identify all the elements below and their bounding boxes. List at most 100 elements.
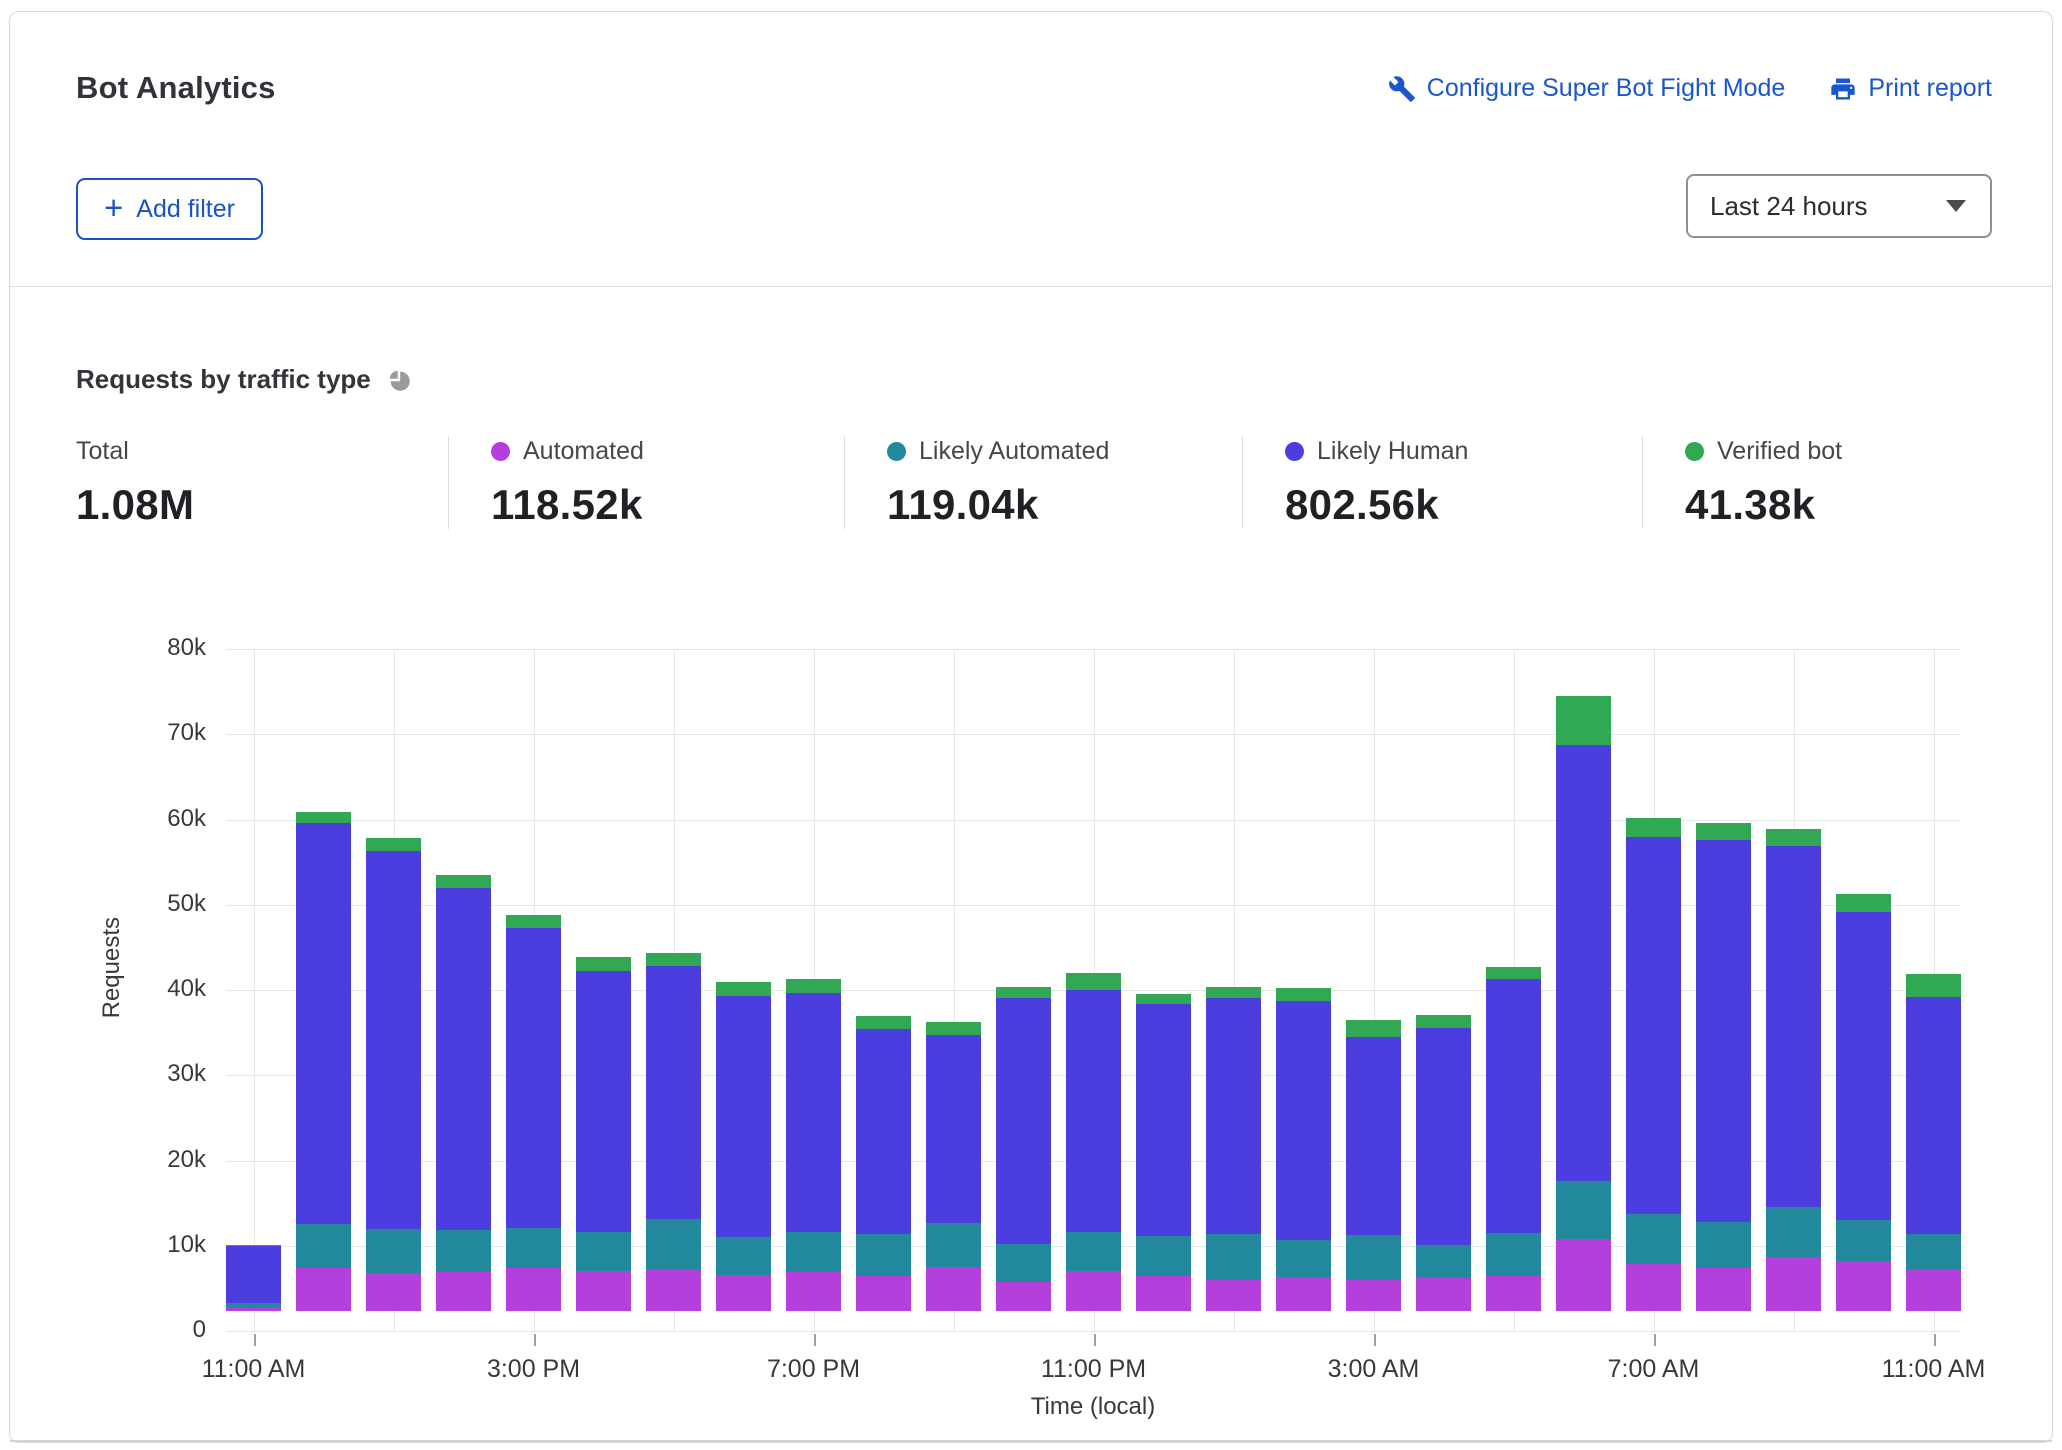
bar-segment-likely-automated[interactable] bbox=[786, 1231, 841, 1272]
bar-segment-automated[interactable] bbox=[716, 1275, 771, 1311]
stacked-bar[interactable] bbox=[1556, 695, 1611, 1311]
bar-segment-verified-bot[interactable] bbox=[856, 1015, 911, 1029]
bar-segment-automated[interactable] bbox=[1766, 1257, 1821, 1311]
bar-segment-verified-bot[interactable] bbox=[786, 979, 841, 994]
bar-segment-likely-automated[interactable] bbox=[1906, 1234, 1961, 1271]
bar-segment-verified-bot[interactable] bbox=[926, 1022, 981, 1035]
bar-segment-verified-bot[interactable] bbox=[1206, 987, 1261, 999]
bar-segment-likely-human[interactable] bbox=[576, 970, 631, 1232]
bar-segment-automated[interactable] bbox=[436, 1271, 491, 1311]
stacked-bar[interactable] bbox=[1206, 987, 1261, 1311]
bar-segment-likely-human[interactable] bbox=[926, 1034, 981, 1224]
time-range-select[interactable]: Last 24 hours bbox=[1686, 174, 1992, 238]
stacked-bar[interactable] bbox=[1346, 1019, 1401, 1311]
bar-segment-automated[interactable] bbox=[646, 1269, 701, 1311]
stacked-bar[interactable] bbox=[1276, 987, 1331, 1311]
stacked-bar[interactable] bbox=[1766, 829, 1821, 1311]
bar-segment-likely-human[interactable] bbox=[1066, 989, 1121, 1232]
bar-segment-likely-human[interactable] bbox=[646, 965, 701, 1219]
stacked-bar[interactable] bbox=[856, 1015, 911, 1311]
stacked-bar[interactable] bbox=[506, 915, 561, 1311]
bar-segment-likely-human[interactable] bbox=[996, 998, 1051, 1244]
bar-segment-likely-automated[interactable] bbox=[366, 1229, 421, 1273]
bar-segment-verified-bot[interactable] bbox=[296, 811, 351, 823]
bar-segment-likely-human[interactable] bbox=[1556, 744, 1611, 1182]
bar-segment-automated[interactable] bbox=[296, 1268, 351, 1311]
bar-segment-likely-human[interactable] bbox=[716, 995, 771, 1237]
bar-segment-likely-automated[interactable] bbox=[1136, 1235, 1191, 1276]
stacked-bar[interactable] bbox=[1486, 966, 1541, 1311]
configure-super-bot-fight-mode-link[interactable]: Configure Super Bot Fight Mode bbox=[1388, 74, 1785, 103]
bar-segment-likely-automated[interactable] bbox=[436, 1230, 491, 1272]
bar-segment-likely-automated[interactable] bbox=[1346, 1235, 1401, 1280]
bar-segment-likely-automated[interactable] bbox=[1276, 1240, 1331, 1277]
bar-segment-verified-bot[interactable] bbox=[1276, 987, 1331, 1001]
stacked-bar[interactable] bbox=[1066, 973, 1121, 1311]
bar-segment-verified-bot[interactable] bbox=[436, 874, 491, 889]
bar-segment-verified-bot[interactable] bbox=[996, 987, 1051, 999]
bar-segment-likely-human[interactable] bbox=[1626, 837, 1681, 1214]
bar-segment-automated[interactable] bbox=[926, 1266, 981, 1311]
bar-segment-likely-human[interactable] bbox=[786, 993, 841, 1232]
stacked-bar[interactable] bbox=[1906, 973, 1961, 1311]
stacked-bar[interactable] bbox=[716, 981, 771, 1311]
bar-segment-verified-bot[interactable] bbox=[1066, 973, 1121, 990]
bar-segment-automated[interactable] bbox=[366, 1272, 421, 1311]
bar-segment-verified-bot[interactable] bbox=[1136, 993, 1191, 1005]
bar-segment-automated[interactable] bbox=[1346, 1279, 1401, 1311]
bar-segment-verified-bot[interactable] bbox=[1906, 973, 1961, 997]
stacked-bar[interactable] bbox=[436, 874, 491, 1311]
bar-segment-likely-automated[interactable] bbox=[1416, 1244, 1471, 1278]
stacked-bar[interactable] bbox=[1416, 1015, 1471, 1311]
bar-segment-likely-human[interactable] bbox=[1906, 996, 1961, 1235]
bar-segment-verified-bot[interactable] bbox=[1626, 818, 1681, 838]
stacked-bar[interactable] bbox=[1626, 818, 1681, 1311]
bar-segment-automated[interactable] bbox=[576, 1270, 631, 1311]
bar-segment-automated[interactable] bbox=[996, 1282, 1051, 1311]
bar-segment-likely-human[interactable] bbox=[506, 928, 561, 1229]
bar-segment-likely-automated[interactable] bbox=[1556, 1181, 1611, 1240]
bar-segment-likely-human[interactable] bbox=[226, 1246, 281, 1303]
bar-segment-likely-human[interactable] bbox=[1416, 1028, 1471, 1245]
bar-segment-likely-automated[interactable] bbox=[506, 1228, 561, 1269]
bar-segment-likely-human[interactable] bbox=[1206, 998, 1261, 1234]
bar-segment-automated[interactable] bbox=[1066, 1270, 1121, 1311]
bar-segment-likely-automated[interactable] bbox=[296, 1224, 351, 1269]
bar-segment-automated[interactable] bbox=[226, 1307, 281, 1311]
bar-segment-automated[interactable] bbox=[1486, 1276, 1541, 1311]
bar-segment-likely-human[interactable] bbox=[1486, 979, 1541, 1233]
bar-segment-automated[interactable] bbox=[1836, 1261, 1891, 1311]
bar-segment-automated[interactable] bbox=[1136, 1276, 1191, 1311]
bar-segment-verified-bot[interactable] bbox=[1556, 695, 1611, 745]
add-filter-button[interactable]: + Add filter bbox=[76, 178, 263, 240]
bar-segment-verified-bot[interactable] bbox=[716, 981, 771, 996]
bar-segment-likely-human[interactable] bbox=[1136, 1004, 1191, 1236]
bar-segment-verified-bot[interactable] bbox=[646, 952, 701, 966]
bar-segment-likely-automated[interactable] bbox=[1836, 1219, 1891, 1262]
bar-segment-likely-human[interactable] bbox=[366, 850, 421, 1230]
bar-segment-automated[interactable] bbox=[1556, 1239, 1611, 1311]
stacked-bar[interactable] bbox=[296, 811, 351, 1311]
bar-segment-automated[interactable] bbox=[1206, 1279, 1261, 1311]
bar-segment-verified-bot[interactable] bbox=[1836, 894, 1891, 913]
stacked-bar[interactable] bbox=[1696, 823, 1751, 1311]
bar-segment-verified-bot[interactable] bbox=[576, 957, 631, 971]
stacked-bar[interactable] bbox=[1836, 894, 1891, 1311]
bar-segment-verified-bot[interactable] bbox=[1416, 1015, 1471, 1029]
bar-segment-automated[interactable] bbox=[1626, 1264, 1681, 1311]
bar-segment-likely-human[interactable] bbox=[436, 888, 491, 1231]
bar-segment-likely-automated[interactable] bbox=[926, 1223, 981, 1267]
bar-segment-likely-automated[interactable] bbox=[1206, 1233, 1261, 1280]
bar-segment-likely-automated[interactable] bbox=[1626, 1213, 1681, 1265]
bar-segment-likely-human[interactable] bbox=[1276, 1000, 1331, 1241]
stacked-bar[interactable] bbox=[226, 1244, 281, 1311]
bar-segment-likely-human[interactable] bbox=[856, 1028, 911, 1235]
bar-segment-likely-automated[interactable] bbox=[1766, 1207, 1821, 1258]
bar-segment-likely-automated[interactable] bbox=[646, 1218, 701, 1270]
bar-segment-likely-automated[interactable] bbox=[1696, 1221, 1751, 1268]
stacked-bar[interactable] bbox=[576, 957, 631, 1311]
stacked-bar[interactable] bbox=[366, 837, 421, 1311]
bar-segment-likely-human[interactable] bbox=[296, 822, 351, 1225]
bar-segment-verified-bot[interactable] bbox=[1766, 829, 1821, 846]
bar-segment-likely-human[interactable] bbox=[1836, 912, 1891, 1220]
